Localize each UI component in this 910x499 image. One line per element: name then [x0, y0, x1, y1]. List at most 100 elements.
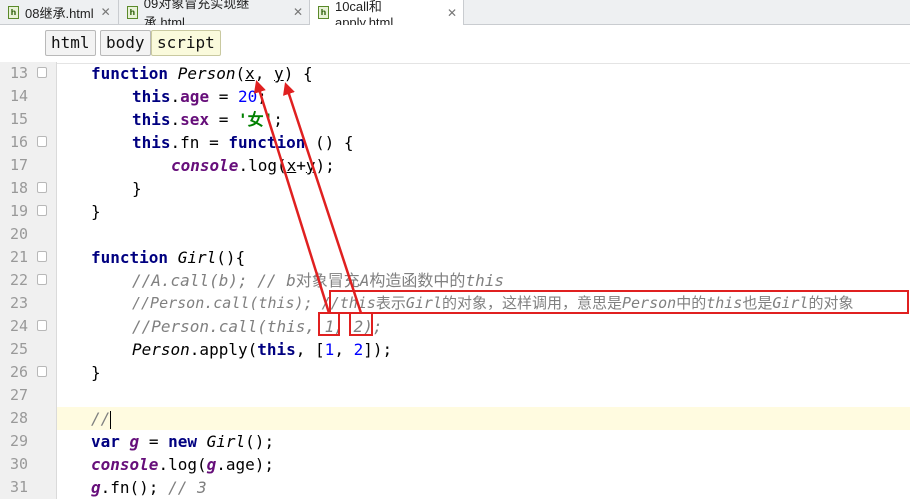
code-token: sex [180, 110, 210, 129]
code-token: ]); [363, 340, 393, 359]
close-tab-icon[interactable]: ✕ [447, 6, 457, 20]
code-line-18: 18 } [10, 177, 910, 200]
code-token: . [170, 110, 181, 129]
line-number: 21 [9, 248, 28, 266]
code-token: } [91, 202, 101, 221]
line-number: 23 [9, 294, 28, 312]
code-token: = [209, 87, 238, 106]
code-token: function [91, 248, 169, 267]
fold-marker-icon[interactable] [37, 274, 47, 285]
code-line-27: 27 [10, 384, 910, 407]
code-line-20: 20 [10, 223, 910, 246]
comment-token: 构造函数中的 [369, 271, 466, 290]
line-number: 14 [9, 87, 28, 105]
code-token: } [91, 363, 101, 382]
line-number: 28 [9, 409, 28, 427]
tab-08[interactable]: h 08继承.html ✕ [0, 0, 119, 24]
comment-token: Girl [405, 294, 442, 312]
code-token: ) { [283, 64, 313, 83]
code-token: function [228, 133, 306, 152]
code-token: () { [305, 133, 354, 152]
code-token: this [132, 110, 171, 129]
code-token: .log( [238, 156, 287, 175]
code-token: } [132, 179, 142, 198]
code-line-29: 29 var g = new Girl(); [10, 430, 910, 453]
code-line-22: 22 //A.call(b); // b对象冒充A构造函数中的this [10, 269, 910, 292]
code-token: 20 [237, 87, 258, 106]
fold-marker-icon[interactable] [37, 251, 47, 262]
code-token: g [129, 432, 140, 451]
comment-token: 也是 [742, 294, 773, 312]
code-token: . [170, 87, 181, 106]
line-number: 17 [9, 156, 28, 174]
code-token: console [171, 156, 239, 175]
line-number: 24 [9, 317, 28, 335]
comment-token: //A.call(b); // b [132, 271, 296, 290]
code-line-16: 16 this.fn = function () { [10, 131, 910, 154]
fold-marker-icon[interactable] [37, 182, 47, 193]
line-number: 19 [9, 202, 28, 220]
code-line-23: 23 //Person.call(this); //this表示Girl的对象，… [10, 292, 910, 315]
code-token: ( [235, 64, 246, 83]
code-token: 2 [353, 340, 364, 359]
breadcrumb-body[interactable]: body [100, 30, 151, 56]
code-token: 1 [324, 340, 335, 359]
code-token: Person [132, 340, 190, 359]
breadcrumb-script[interactable]: script [151, 30, 221, 56]
comment-token: this [706, 294, 743, 312]
code-token: .fn(); [100, 478, 169, 497]
fold-marker-icon[interactable] [37, 67, 47, 78]
code-line-26: 26 } [10, 361, 910, 384]
code-token: g [91, 478, 101, 497]
tab-09[interactable]: h 09对象冒充实现继承.html ✕ [119, 0, 310, 30]
code-token: (){ [216, 248, 246, 267]
code-token: y [274, 64, 284, 83]
code-token: this [257, 340, 296, 359]
close-tab-icon[interactable]: ✕ [101, 5, 111, 19]
fold-marker-icon[interactable] [37, 320, 47, 331]
code-line-28-current: 28 // [10, 407, 910, 430]
code-token: y [305, 156, 316, 175]
line-number: 25 [9, 340, 28, 358]
comment-token: // 3 [168, 478, 207, 497]
html-file-icon: h [318, 6, 329, 19]
fold-marker-icon[interactable] [37, 366, 47, 377]
code-editor[interactable]: 13 function Person(x, y) { 14 this.age =… [10, 62, 910, 499]
text-caret [110, 410, 112, 429]
code-token: = [209, 110, 238, 129]
comment-token: 表示 [375, 294, 406, 312]
comment-token: A [359, 271, 370, 290]
code-token: .fn = [170, 133, 229, 152]
breadcrumb-html[interactable]: html [45, 30, 96, 56]
html-file-icon: h [127, 5, 138, 19]
code-token: x [245, 64, 255, 83]
code-line-21: 21 function Girl(){ [10, 246, 910, 269]
code-token: = [139, 432, 169, 451]
comment-token: this [465, 271, 504, 290]
line-number: 31 [9, 478, 28, 496]
code-token: Person [177, 64, 236, 83]
code-token: x [286, 156, 297, 175]
code-token: new [168, 432, 197, 451]
code-token: ; [257, 87, 267, 106]
code-token: Girl [206, 432, 246, 451]
code-token: + [296, 156, 306, 175]
code-token: , [ [295, 340, 325, 359]
line-number: 13 [9, 64, 28, 82]
line-number: 16 [9, 133, 28, 151]
line-number: 18 [9, 179, 28, 197]
code-token: .apply( [189, 340, 258, 359]
code-line-13: 13 function Person(x, y) { [10, 62, 910, 85]
line-number: 22 [9, 271, 28, 289]
comment-token: 中的 [676, 294, 707, 312]
code-line-19: 19 } [10, 200, 910, 223]
close-tab-icon[interactable]: ✕ [293, 5, 303, 19]
comment-token: 的对象，这样调用，意思是 [441, 294, 622, 312]
code-token: ); [315, 156, 335, 175]
code-line-14: 14 this.age = 20; [10, 85, 910, 108]
code-line-31: 31 g.fn(); // 3 [10, 476, 910, 499]
fold-marker-icon[interactable] [37, 205, 47, 216]
tab-10-active[interactable]: h 10call和apply.html ✕ [310, 0, 464, 30]
fold-marker-icon[interactable] [37, 136, 47, 147]
code-token: function [91, 64, 169, 83]
